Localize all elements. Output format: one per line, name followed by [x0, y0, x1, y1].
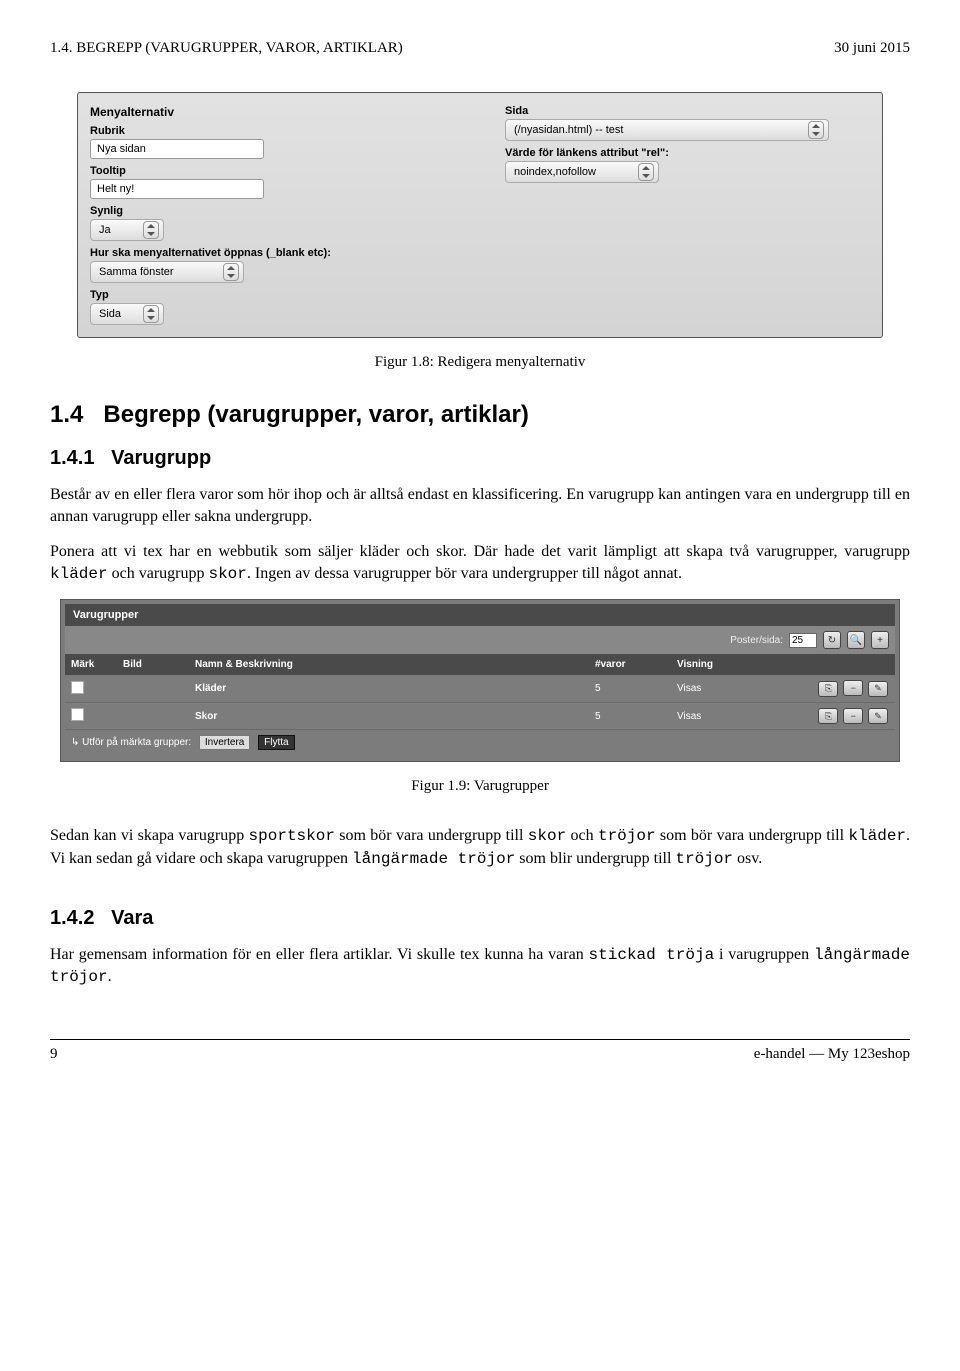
col-mark: Märk — [65, 654, 117, 675]
header-section-path: 1.4. BEGREPP (VARUGRUPPER, VAROR, ARTIKL… — [50, 40, 403, 57]
label-synlig: Synlig — [90, 205, 455, 217]
page-footer: 9 e-handel — My 123eshop — [50, 1046, 910, 1063]
cell-visning: Visas — [671, 675, 773, 702]
stepper-icon — [638, 163, 654, 181]
table-row: Skor 5 Visas ⎘ − ✎ — [65, 702, 895, 730]
row-delete-button[interactable]: − — [843, 680, 863, 696]
page-number: 9 — [50, 1046, 58, 1063]
paragraph: Ponera att vi tex har en webbutik som sä… — [50, 541, 910, 585]
paragraph: Består av en eller flera varor som hör i… — [50, 484, 910, 527]
label-sida: Sida — [505, 105, 870, 117]
input-rubrik[interactable]: Nya sidan — [90, 139, 264, 159]
table-row: Kläder 5 Visas ⎘ − ✎ — [65, 675, 895, 702]
col-varor: #varor — [589, 654, 671, 675]
cell-namn: Kläder — [189, 675, 589, 702]
row-copy-button[interactable]: ⎘ — [818, 708, 838, 724]
section-heading-1-4: 1.4 Begrepp (varugrupper, varor, artikla… — [50, 401, 910, 429]
figure-menyalternativ-panel: Menyalternativ Rubrik Nya sidan Tooltip … — [77, 92, 883, 338]
row-checkbox[interactable] — [71, 708, 84, 721]
move-button[interactable]: Flytta — [258, 735, 294, 750]
col-visning: Visning — [671, 654, 773, 675]
row-checkbox[interactable] — [71, 681, 84, 694]
select-rel[interactable]: noindex,nofollow — [505, 161, 659, 183]
panel-title: Menyalternativ — [90, 105, 455, 119]
col-bild: Bild — [117, 654, 189, 675]
figure-varugrupper-panel: Varugrupper Poster/sida: 25 ↻ 🔍 + Märk B… — [60, 599, 900, 762]
footer-rule — [50, 1039, 910, 1040]
label-tooltip: Tooltip — [90, 165, 455, 177]
label-rubrik: Rubrik — [90, 125, 455, 137]
cell-varor: 5 — [589, 702, 671, 730]
header-date: 30 juni 2015 — [834, 40, 910, 57]
stepper-icon — [808, 121, 824, 139]
paragraph: Har gemensam information för en eller fl… — [50, 944, 910, 989]
page-header: 1.4. BEGREPP (VARUGRUPPER, VAROR, ARTIKL… — [50, 40, 910, 57]
varugrupper-table: Märk Bild Namn & Beskrivning #varor Visn… — [65, 654, 895, 730]
col-namn: Namn & Beskrivning — [189, 654, 589, 675]
poster-sida-input[interactable]: 25 — [789, 633, 817, 648]
stepper-icon — [143, 221, 159, 239]
figure-caption: Figur 1.8: Redigera menyalternativ — [50, 354, 910, 371]
footer-title: e-handel — My 123eshop — [754, 1046, 910, 1063]
select-sida[interactable]: (/nyasidan.html) -- test — [505, 119, 829, 141]
add-button[interactable]: + — [871, 631, 889, 649]
invert-button[interactable]: Invertera — [199, 735, 250, 750]
cell-namn: Skor — [189, 702, 589, 730]
table-footer: ↳ Utför på märkta grupper: Invertera Fly… — [65, 730, 895, 755]
stepper-icon — [143, 305, 159, 323]
section-heading-1-4-2: 1.4.2 Vara — [50, 907, 910, 930]
input-tooltip[interactable]: Helt ny! — [90, 179, 264, 199]
row-edit-button[interactable]: ✎ — [868, 708, 888, 724]
select-synlig[interactable]: Ja — [90, 219, 164, 241]
stepper-icon — [223, 263, 239, 281]
select-open-target[interactable]: Samma fönster — [90, 261, 244, 283]
paragraph: Sedan kan vi skapa varugrupp sportskor s… — [50, 825, 910, 870]
refresh-button[interactable]: ↻ — [823, 631, 841, 649]
select-typ[interactable]: Sida — [90, 303, 164, 325]
row-copy-button[interactable]: ⎘ — [818, 681, 838, 697]
panel-title: Varugrupper — [65, 604, 895, 626]
section-heading-1-4-1: 1.4.1 Varugrupp — [50, 447, 910, 470]
row-edit-button[interactable]: ✎ — [868, 681, 888, 697]
label-open-target: Hur ska menyalternativet öppnas (_blank … — [90, 247, 455, 259]
label-typ: Typ — [90, 289, 455, 301]
search-button[interactable]: 🔍 — [847, 631, 865, 649]
row-delete-button[interactable]: − — [843, 708, 863, 724]
label-rel: Värde för länkens attribut "rel": — [505, 147, 870, 159]
cell-visning: Visas — [671, 702, 773, 730]
cell-varor: 5 — [589, 675, 671, 702]
figure-caption: Figur 1.9: Varugrupper — [50, 778, 910, 795]
toolbar: Poster/sida: 25 ↻ 🔍 + — [65, 626, 895, 654]
poster-sida-label: Poster/sida: — [730, 635, 783, 646]
